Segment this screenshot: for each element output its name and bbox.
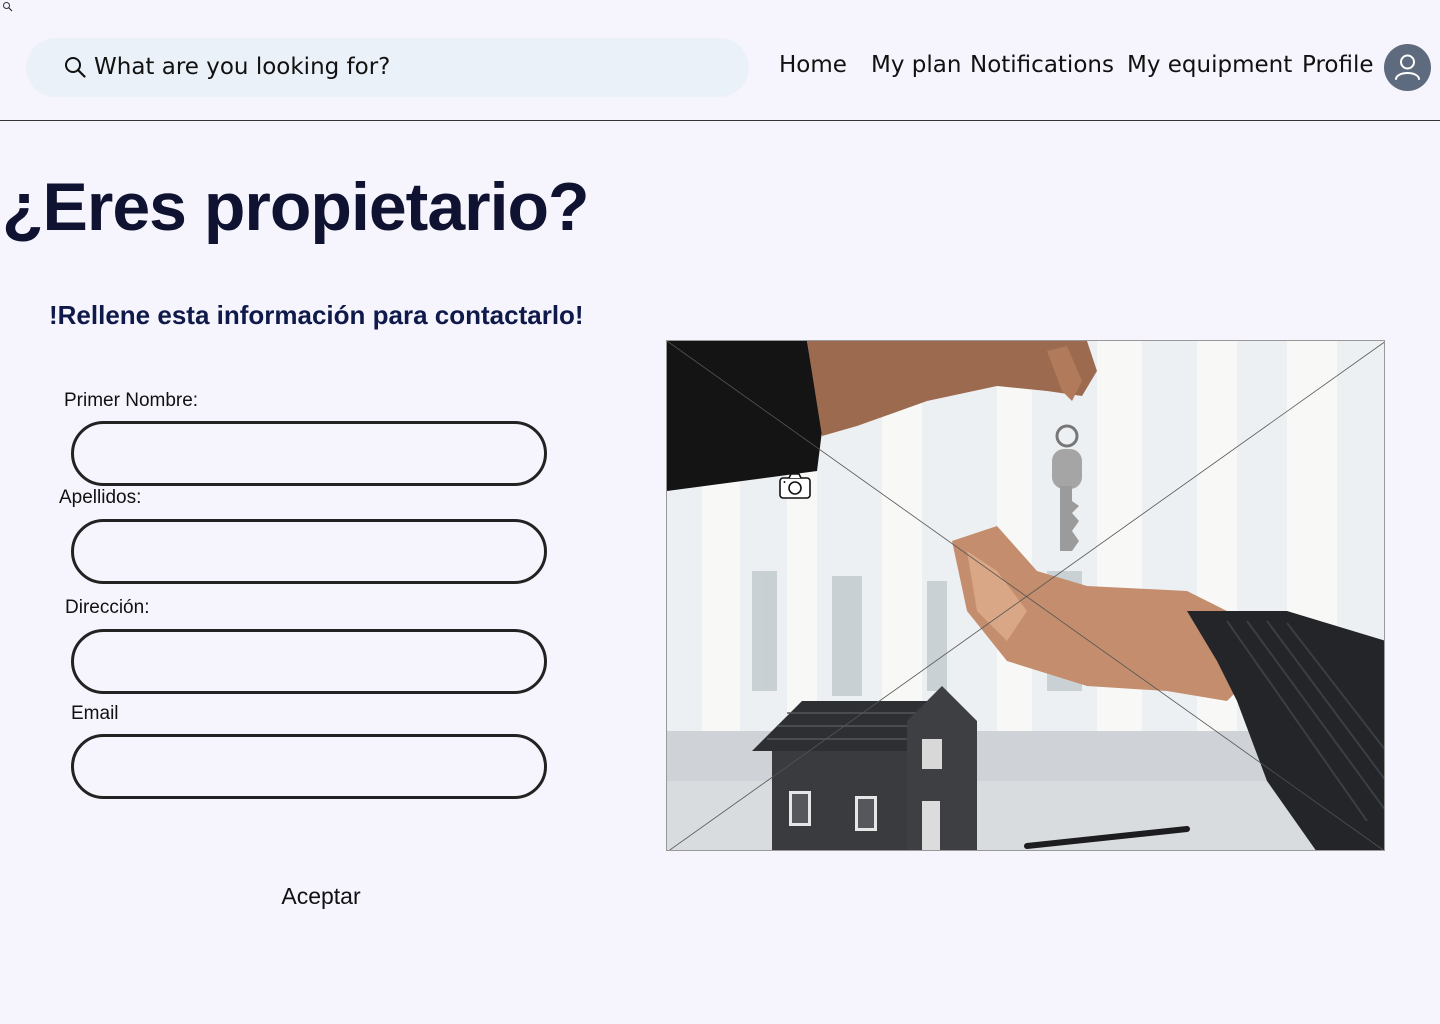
nav-my-equipment[interactable]: My equipment [1127, 52, 1292, 78]
search-input[interactable] [94, 52, 734, 82]
user-icon [1395, 54, 1420, 80]
house-keys-image [666, 340, 1385, 851]
avatar[interactable] [1384, 44, 1431, 91]
first-name-label: Primer Nombre: [64, 390, 199, 411]
accept-button[interactable]: Aceptar [270, 878, 372, 914]
last-name-label: Apellidos: [59, 487, 142, 508]
email-field[interactable] [71, 734, 547, 799]
form-subtitle: !Rellene esta información para contactar… [49, 300, 584, 330]
camera-icon [779, 473, 811, 499]
first-name-field[interactable] [71, 421, 547, 486]
nav-notifications[interactable]: Notifications [970, 52, 1114, 78]
top-navigation-bar: Home My plan Notifications My equipment … [0, 0, 1440, 121]
address-label: Dirección: [65, 597, 150, 618]
page-title: ¿Eres propietario? [2, 169, 590, 245]
email-label: Email [71, 703, 119, 724]
search-bar[interactable] [26, 38, 749, 97]
nav-my-plan[interactable]: My plan [871, 52, 961, 78]
nav-home[interactable]: Home [779, 52, 847, 78]
address-field[interactable] [71, 629, 547, 694]
last-name-field[interactable] [71, 519, 547, 584]
nav-profile[interactable]: Profile [1302, 52, 1374, 78]
search-icon [65, 57, 86, 78]
